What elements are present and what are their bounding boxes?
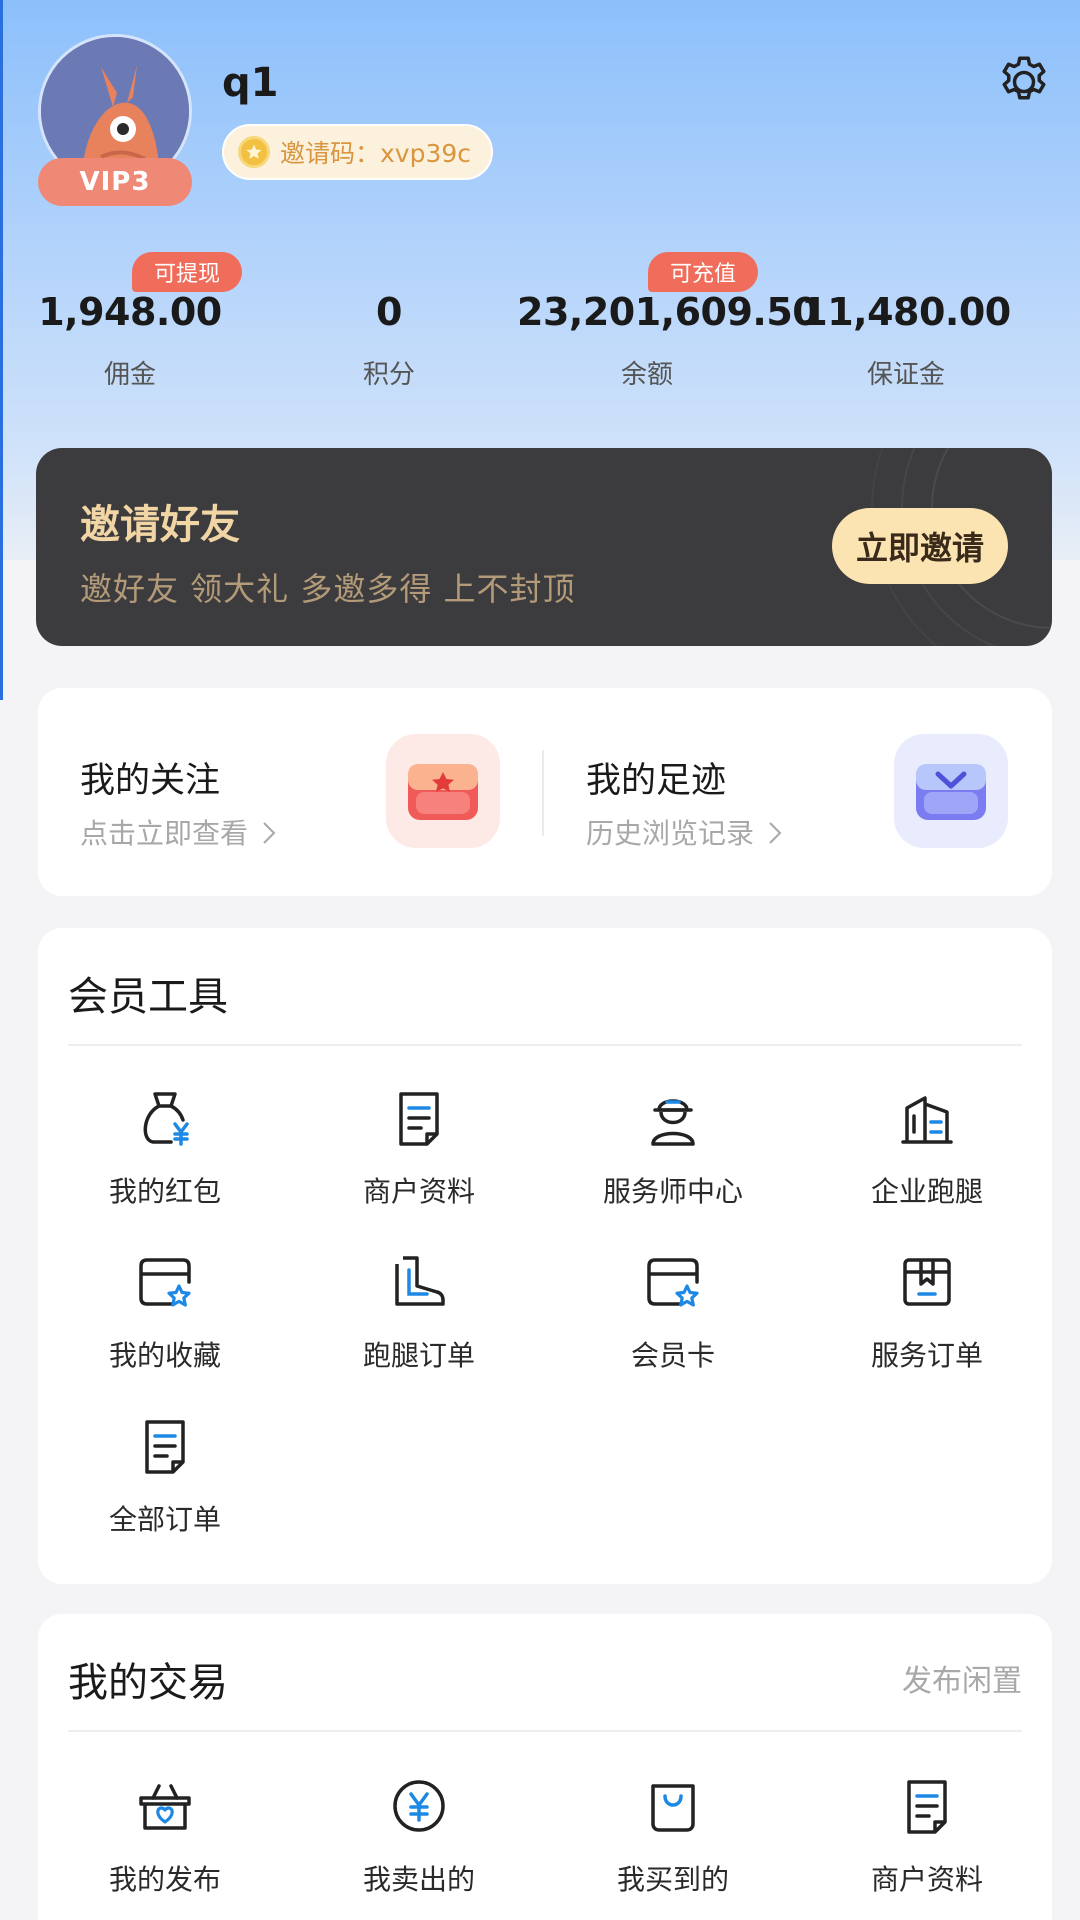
tool-all-orders[interactable]: 全部订单 [38, 1414, 292, 1538]
tool-enterprise-errand[interactable]: 企业跑腿 [800, 1086, 1054, 1210]
document-icon [399, 1092, 439, 1146]
publish-idle-link[interactable]: 发布闲置 [902, 1656, 1022, 1700]
follow-subtitle-text: 点击立即查看 [80, 817, 249, 850]
gift-box-icon [386, 734, 500, 848]
section-title: 会员工具 [68, 974, 228, 1020]
order-list-icon [145, 1420, 185, 1474]
tool-errand-orders[interactable]: 跑腿订单 [292, 1250, 546, 1374]
trade-merchant-info[interactable]: 商户资料 [800, 1774, 1054, 1898]
rechargeable-tag: 可充值 [648, 252, 759, 292]
follow-subtitle: 点击立即查看 [80, 812, 277, 852]
shopping-bag-icon [651, 1784, 695, 1832]
trade-sold[interactable]: 我卖出的 [292, 1774, 546, 1898]
stat-label: 佣金 [103, 360, 156, 390]
footprint-subtitle: 历史浏览记录 [586, 812, 783, 852]
footprint-title: 我的足迹 [586, 761, 727, 801]
follow-card: 我的关注 点击立即查看 我的足迹 历史浏览记录 [38, 688, 1052, 896]
tool-member-card[interactable]: 会员卡 [546, 1250, 800, 1374]
withdrawable-tag: 可提现 [132, 252, 243, 292]
money-bag-icon [143, 1092, 189, 1146]
stat-deposit[interactable]: 11,480.00 保证金 [776, 290, 1036, 391]
stat-value: 1,948.00 [38, 290, 222, 334]
trade-label: 我卖出的 [362, 1863, 475, 1896]
footprint-subtitle-text: 历史浏览记录 [586, 817, 755, 850]
chevron-right-icon [263, 822, 276, 844]
tool-my-red-packet[interactable]: 我的红包 [38, 1086, 292, 1210]
gear-icon[interactable] [994, 52, 1054, 112]
member-tools-card: 会员工具 我的红包 商户资料 服务师中心 企业跑腿 我的收藏 跑腿订单 会员卡 … [38, 928, 1052, 1584]
basket-heart-icon [139, 1784, 191, 1830]
follow-title: 我的关注 [80, 761, 221, 801]
stat-commission[interactable]: 1,948.00 佣金 [0, 290, 260, 391]
boot-icon [395, 1256, 445, 1306]
yen-circle-icon [393, 1780, 445, 1832]
favorite-card-icon [139, 1258, 191, 1307]
stat-balance[interactable]: 23,201,609.50 余额 [517, 290, 819, 391]
tool-label: 我的收藏 [108, 1339, 221, 1372]
tool-label: 跑腿订单 [362, 1339, 475, 1372]
document-icon [907, 1780, 947, 1834]
package-icon [903, 1258, 951, 1306]
invite-banner[interactable]: 邀请好友 邀好友 领大礼 多邀多得 上不封顶 立即邀请 [36, 448, 1052, 646]
stat-label: 保证金 [866, 360, 945, 390]
trade-label: 我买到的 [616, 1863, 729, 1896]
stat-label: 余额 [620, 360, 673, 390]
username: q1 [222, 60, 279, 106]
invite-code-text: 邀请码：xvp39c [280, 139, 472, 168]
my-trades-card: 我的交易 发布闲置 我的发布 我卖出的 我买到的 商户资料 [38, 1614, 1052, 1920]
stat-value: 11,480.00 [801, 290, 1011, 334]
stat-value: 0 [376, 290, 402, 334]
avatar-container[interactable]: VIP3 [38, 34, 192, 206]
star-coin-icon [238, 136, 270, 168]
tool-label: 企业跑腿 [870, 1175, 983, 1208]
stat-label: 积分 [362, 360, 415, 390]
tool-label: 商户资料 [362, 1175, 475, 1208]
tool-label: 我的红包 [108, 1175, 221, 1208]
invite-now-button[interactable]: 立即邀请 [832, 508, 1008, 584]
tool-service-orders[interactable]: 服务订单 [800, 1250, 1054, 1374]
tool-service-center[interactable]: 服务师中心 [546, 1086, 800, 1210]
building-icon [901, 1096, 953, 1144]
invite-code-chip[interactable]: 邀请码：xvp39c [222, 124, 494, 180]
tool-label: 会员卡 [630, 1339, 715, 1372]
tool-merchant-info[interactable]: 商户资料 [292, 1086, 546, 1210]
banner-title: 邀请好友 [80, 502, 240, 548]
vip-badge: VIP3 [38, 158, 192, 206]
trade-my-posts[interactable]: 我的发布 [38, 1774, 292, 1898]
stat-value: 23,201,609.50 [517, 290, 819, 334]
divider [68, 1730, 1022, 1732]
worker-icon [651, 1099, 695, 1146]
my-follow-item[interactable]: 我的关注 点击立即查看 [38, 688, 542, 896]
section-title: 我的交易 [68, 1660, 228, 1706]
tool-my-favorites[interactable]: 我的收藏 [38, 1250, 292, 1374]
stat-points[interactable]: 0 积分 [259, 290, 519, 391]
trade-label: 商户资料 [870, 1863, 983, 1896]
chevron-right-icon [769, 822, 782, 844]
my-footprint-item[interactable]: 我的足迹 历史浏览记录 [544, 688, 1052, 896]
trade-bought[interactable]: 我买到的 [546, 1774, 800, 1898]
banner-subtitle: 邀好友 领大礼 多邀多得 上不封顶 [80, 570, 576, 608]
member-card-icon [647, 1258, 699, 1307]
trade-label: 我的发布 [108, 1863, 221, 1896]
tool-label: 全部订单 [108, 1503, 221, 1536]
divider [68, 1044, 1022, 1046]
tool-label: 服务师中心 [602, 1175, 743, 1208]
footprint-box-icon [894, 734, 1008, 848]
tool-label: 服务订单 [870, 1339, 983, 1372]
